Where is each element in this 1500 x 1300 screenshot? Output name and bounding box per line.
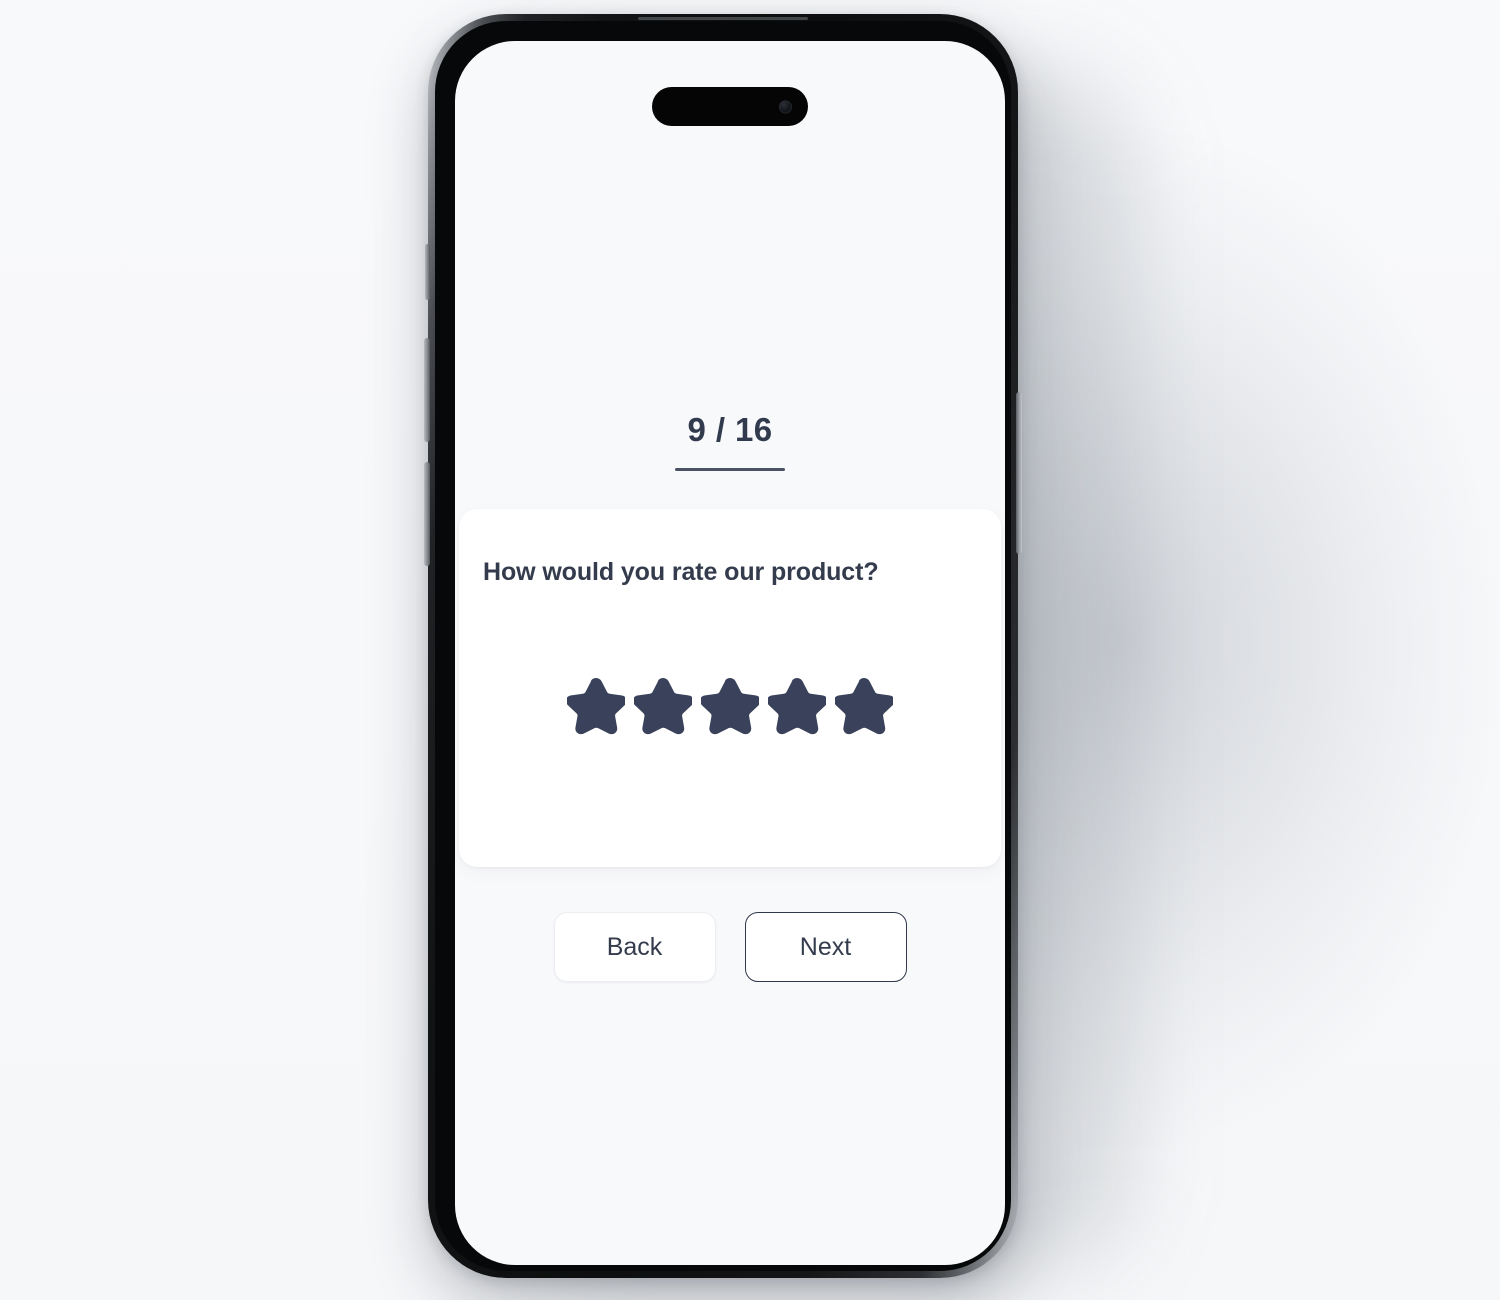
survey-app: 9 / 16 How would you rate our product? B… (455, 41, 1005, 1265)
phone-device-frame: 9 / 16 How would you rate our product? B… (424, 14, 1022, 1278)
power-button[interactable] (1016, 392, 1022, 554)
star-icon-3[interactable] (701, 677, 759, 735)
progress-indicator: 9 / 16 (455, 413, 1005, 471)
question-card: How would you rate our product? (459, 509, 1001, 867)
next-button[interactable]: Next (744, 912, 907, 982)
action-button[interactable] (425, 244, 430, 300)
progress-counter-label: 9 / 16 (687, 411, 773, 448)
dynamic-island (652, 87, 808, 126)
phone-bezel: 9 / 16 How would you rate our product? B… (435, 21, 1011, 1271)
star-icon-4[interactable] (768, 677, 826, 735)
star-icon-1[interactable] (567, 677, 625, 735)
volume-down-button[interactable] (424, 462, 430, 566)
star-icon-2[interactable] (634, 677, 692, 735)
star-icon-5[interactable] (835, 677, 893, 735)
question-text: How would you rate our product? (483, 558, 879, 586)
earpiece-speaker (638, 17, 808, 20)
navigation-buttons: Back Next (455, 912, 1005, 982)
phone-screen: 9 / 16 How would you rate our product? B… (455, 41, 1005, 1265)
volume-up-button[interactable] (424, 338, 430, 442)
back-button[interactable]: Back (553, 912, 716, 982)
progress-underline (675, 468, 785, 471)
star-rating-group[interactable] (459, 677, 1001, 735)
front-camera-icon (779, 100, 792, 113)
